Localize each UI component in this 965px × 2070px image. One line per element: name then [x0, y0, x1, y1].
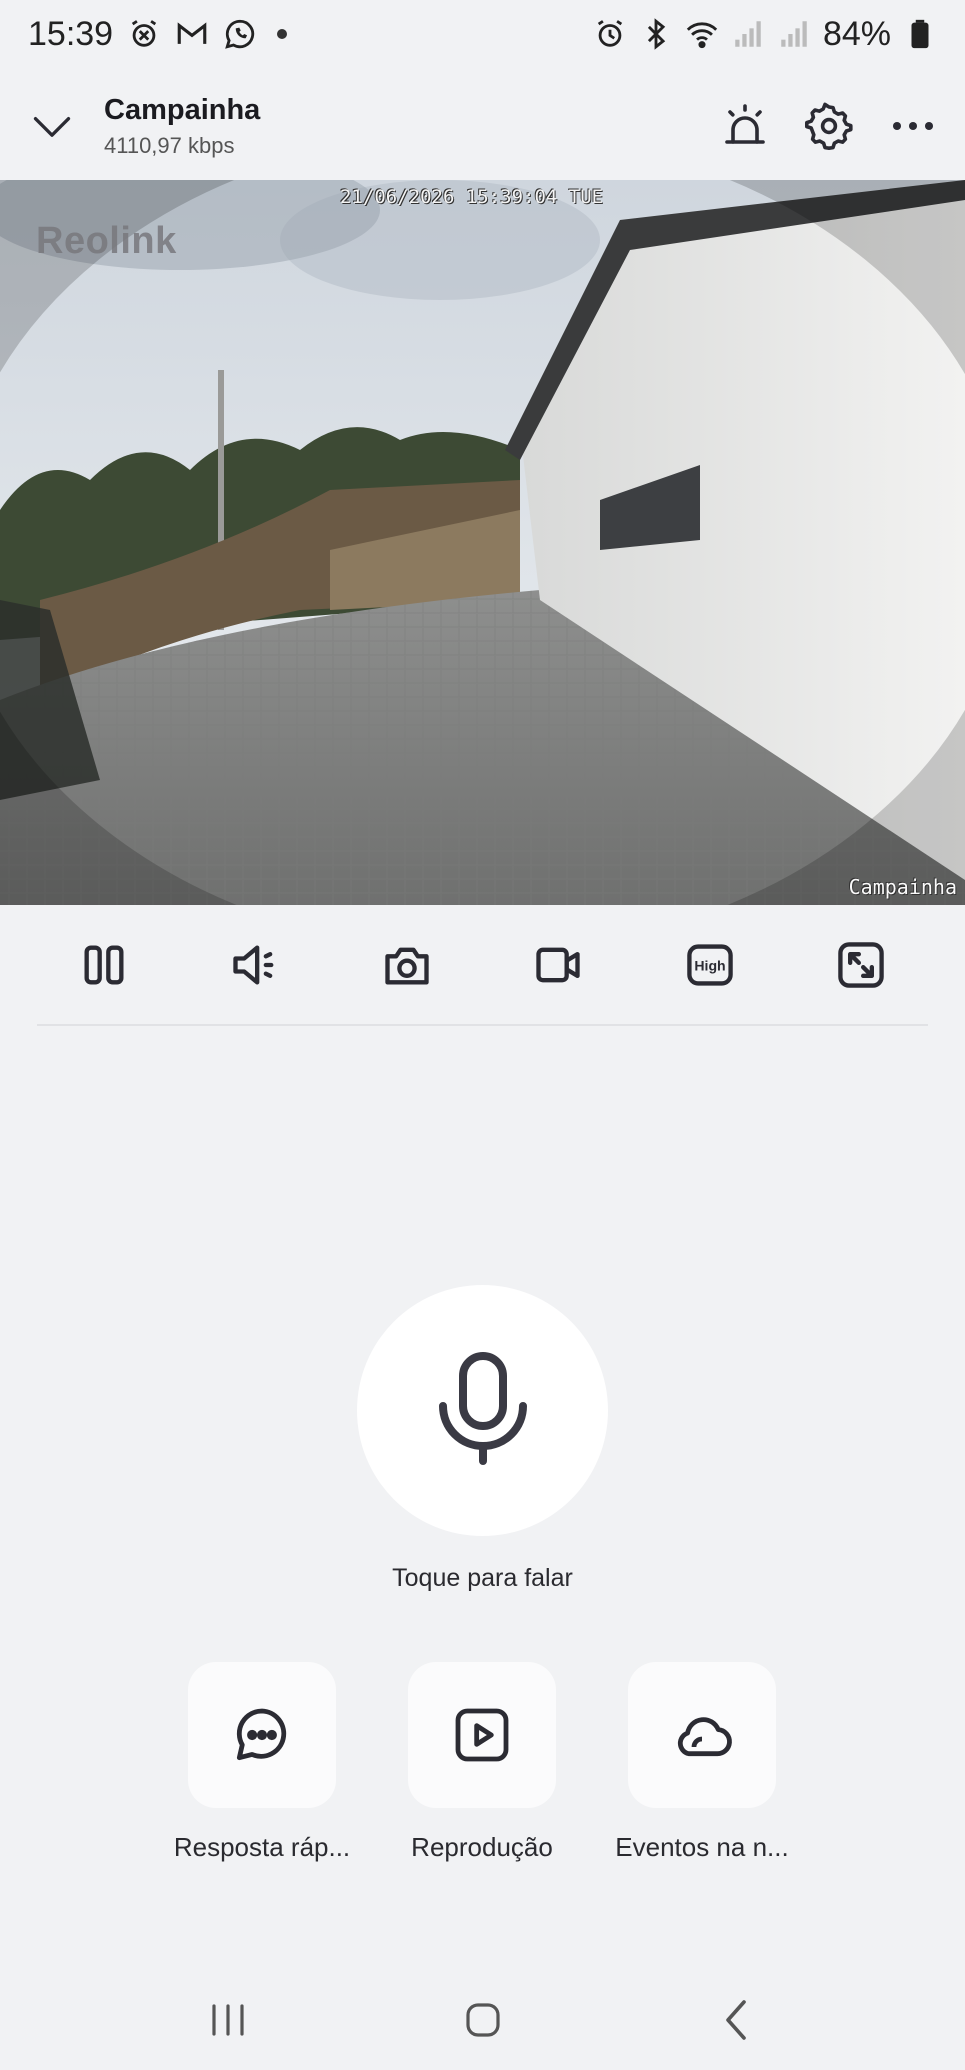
- speaker-muted-icon: [233, 945, 274, 985]
- hd-quality-icon: High: [687, 944, 733, 986]
- quick-reply-label: Resposta ráp...: [173, 1832, 351, 1862]
- chevron-down-icon: [33, 117, 71, 137]
- play-icon: [455, 1708, 509, 1762]
- recent-apps-icon: [211, 2004, 244, 2036]
- pause-icon: [84, 945, 124, 985]
- siren-icon: [725, 104, 765, 144]
- quick-reply-action[interactable]: Resposta ráp...: [142, 1662, 382, 1863]
- status-bar: 15:39 84%: [0, 0, 965, 68]
- status-right: 84%: [593, 15, 937, 54]
- system-navigation-bar: [0, 1970, 965, 2070]
- header-actions: [715, 96, 965, 156]
- settings-button[interactable]: [799, 96, 859, 156]
- whatsapp-icon: [223, 17, 257, 51]
- cloud-events-tile[interactable]: [628, 1662, 776, 1808]
- camera-name-overlay: Campainha: [848, 875, 957, 899]
- talk-label: Toque para falar: [392, 1564, 573, 1592]
- fullscreen-icon: [838, 942, 884, 988]
- home-button[interactable]: [443, 1980, 523, 2060]
- siren-button[interactable]: [715, 96, 775, 156]
- back-chevron-icon: [725, 2000, 746, 2040]
- app-header: Campainha 4110,97 kbps: [0, 72, 965, 180]
- talk-button[interactable]: [357, 1285, 608, 1536]
- signal-icon: [731, 17, 765, 51]
- quality-label: High: [694, 957, 725, 973]
- chat-bubble-icon: [236, 1708, 287, 1761]
- camera-icon: [385, 947, 429, 985]
- playback-tile[interactable]: [408, 1662, 556, 1808]
- live-video-view[interactable]: 21/06/2026 15:39:04 TUE Reolink Campainh…: [0, 180, 965, 905]
- collapse-button[interactable]: [0, 72, 104, 180]
- quick-reply-tile[interactable]: [188, 1662, 336, 1808]
- signal-icon: [777, 17, 811, 51]
- title-block: Campainha 4110,97 kbps: [104, 94, 260, 159]
- video-camera-icon: [536, 947, 580, 983]
- gmail-icon: [175, 17, 209, 51]
- gear-icon: [805, 102, 853, 150]
- quick-actions: Resposta ráp... Reprodução Eventos na n.…: [0, 1662, 965, 1862]
- bluetooth-icon: [639, 17, 673, 51]
- video-timestamp: 21/06/2026 15:39:04 TUE: [340, 186, 604, 208]
- clock: 15:39: [28, 14, 114, 53]
- mute-button[interactable]: [219, 929, 291, 1001]
- snapshot-button[interactable]: [371, 929, 443, 1001]
- quality-button[interactable]: High: [674, 929, 746, 1001]
- back-button[interactable]: [698, 1980, 778, 2060]
- alarm-icon: [593, 17, 627, 51]
- toolbar-divider: [37, 1024, 928, 1026]
- device-title: Campainha: [104, 93, 261, 126]
- more-button[interactable]: [883, 96, 943, 156]
- battery-icon: [903, 17, 937, 51]
- brand-watermark: Reolink: [36, 220, 177, 262]
- alarm-off-icon: [127, 17, 161, 51]
- wifi-icon: [685, 17, 719, 51]
- status-left: 15:39: [28, 14, 288, 54]
- video-toolbar: High: [0, 905, 965, 1025]
- pause-button[interactable]: [68, 929, 140, 1001]
- microphone-icon: [438, 1351, 527, 1465]
- record-button[interactable]: [522, 929, 594, 1001]
- cloud-events-label: Eventos na n...: [615, 1832, 789, 1862]
- camera-feed-image: [0, 180, 965, 905]
- more-icon: [893, 122, 933, 130]
- recent-apps-button[interactable]: [188, 1980, 268, 2060]
- cloud-icon: [677, 1717, 732, 1757]
- playback-action[interactable]: Reprodução: [362, 1662, 602, 1863]
- battery-percentage: 84%: [822, 14, 891, 53]
- playback-label: Reprodução: [411, 1832, 553, 1862]
- cloud-events-action[interactable]: Eventos na n...: [582, 1662, 822, 1863]
- home-icon: [465, 2003, 500, 2037]
- bitrate-readout: 4110,97 kbps: [104, 132, 235, 158]
- notification-dot: [277, 29, 288, 39]
- fullscreen-button[interactable]: [825, 929, 897, 1001]
